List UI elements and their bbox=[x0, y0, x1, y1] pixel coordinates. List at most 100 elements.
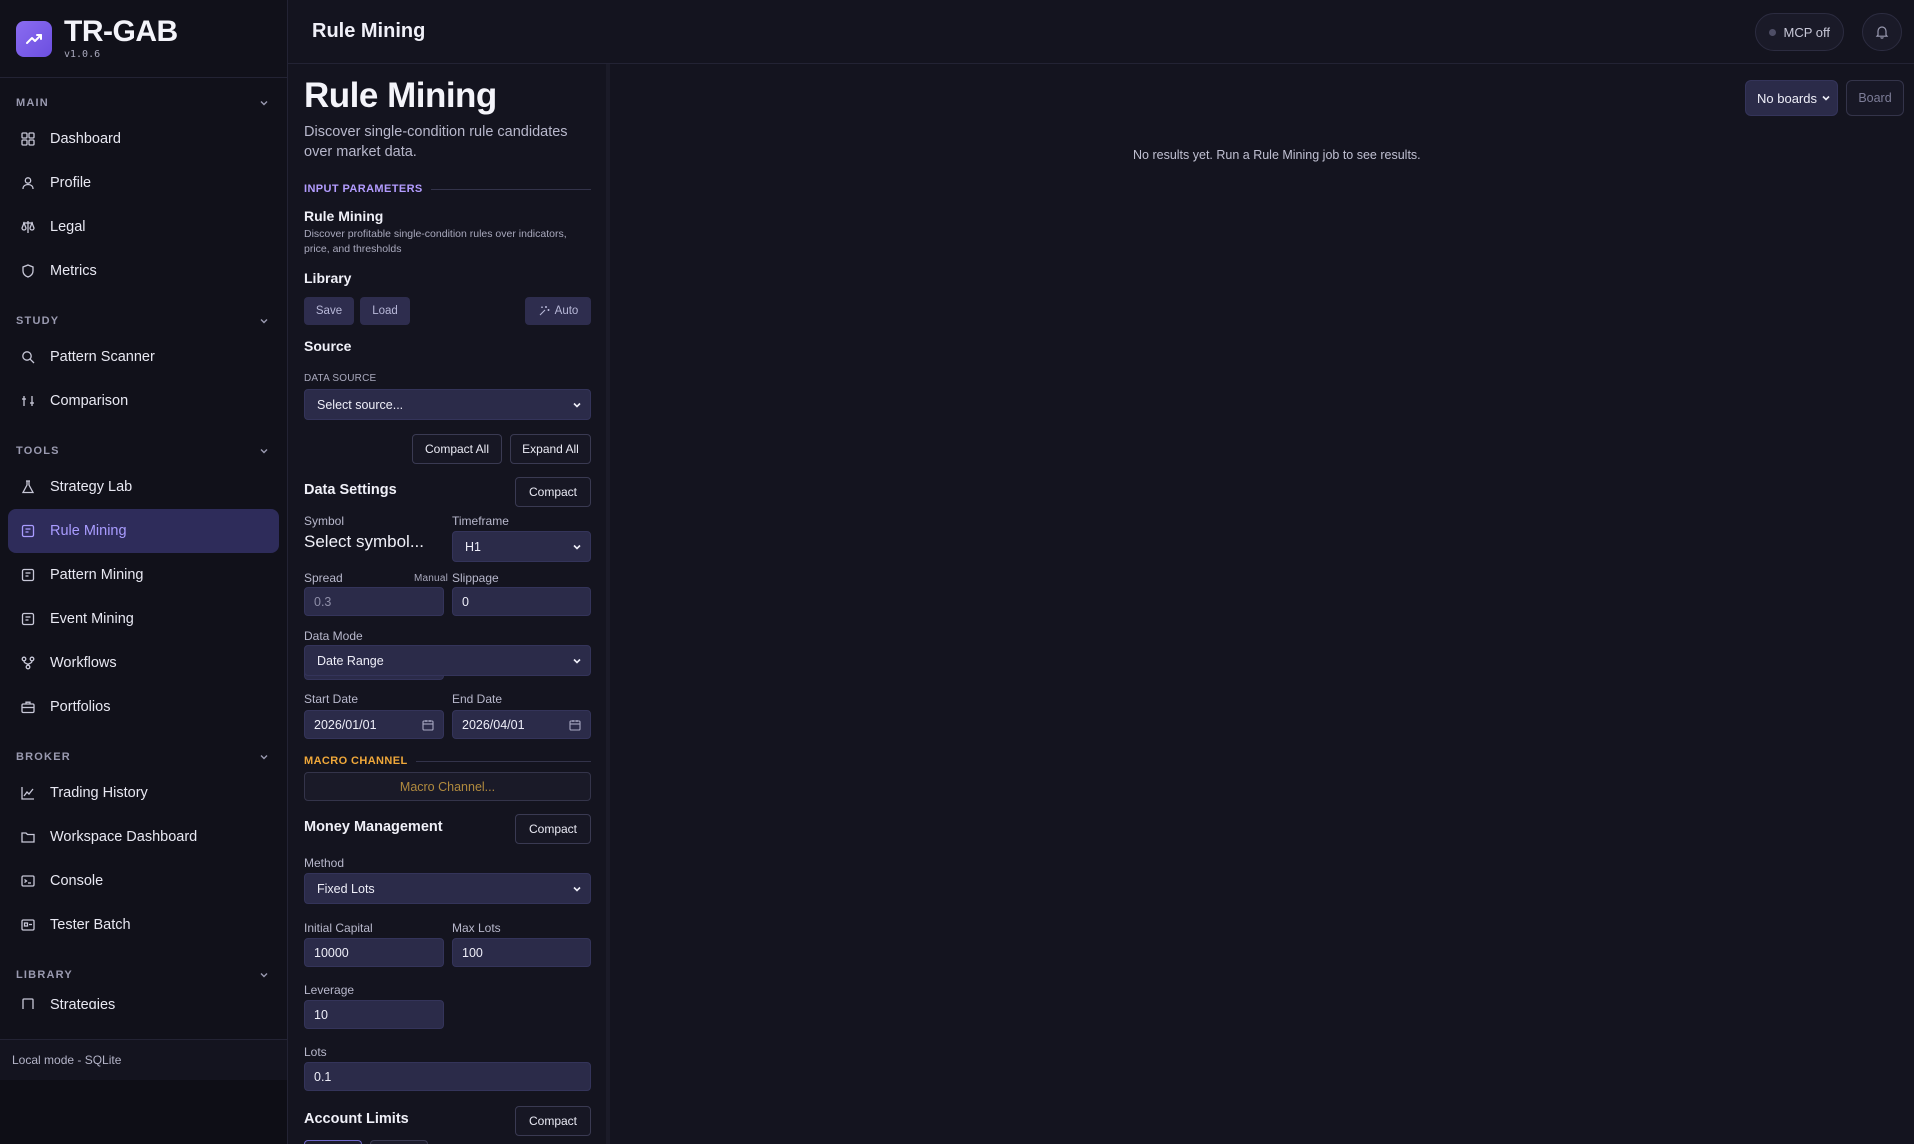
timeframe-label: Timeframe bbox=[452, 514, 509, 528]
boards-select[interactable]: No boards bbox=[1745, 80, 1838, 116]
compact-all-button[interactable]: Compact All bbox=[412, 434, 502, 464]
save-button[interactable]: Save bbox=[304, 297, 354, 325]
section-library[interactable]: LIBRARY bbox=[0, 961, 287, 989]
data-mode-label: Data Mode bbox=[304, 629, 363, 643]
data-source-select[interactable]: Select source... bbox=[304, 389, 591, 420]
money-management-title: Money Management bbox=[304, 819, 443, 835]
sparkle-icon bbox=[539, 306, 550, 316]
money-management-compact-button[interactable]: Compact bbox=[515, 814, 591, 844]
sidebar-item-event-mining[interactable]: Event Mining bbox=[8, 597, 279, 641]
select-value: Fixed Lots bbox=[317, 881, 375, 896]
leverage-label: Leverage bbox=[304, 983, 355, 997]
account-limits-tab[interactable] bbox=[370, 1140, 428, 1144]
section-broker[interactable]: BROKER bbox=[0, 743, 287, 771]
calendar-icon[interactable] bbox=[422, 719, 434, 731]
notifications-button[interactable] bbox=[1862, 13, 1902, 51]
sidebar-item-dashboard[interactable]: Dashboard bbox=[8, 117, 279, 161]
top-header: Rule Mining MCP off bbox=[288, 0, 1914, 64]
sidebar-item-workspace-dashboard[interactable]: Workspace Dashboard bbox=[8, 815, 279, 859]
board-button[interactable]: Board bbox=[1846, 80, 1904, 116]
sidebar-item-console[interactable]: Console bbox=[8, 859, 279, 903]
section-title: TOOLS bbox=[16, 445, 60, 457]
chevron-down-icon bbox=[573, 544, 581, 550]
sidebar-item-workflows[interactable]: Workflows bbox=[8, 641, 279, 685]
select-value: No boards bbox=[1757, 90, 1817, 106]
app-version: v1.0.6 bbox=[64, 49, 101, 60]
sidebar-item-profile[interactable]: Profile bbox=[8, 161, 279, 205]
sidebar-item-label: Console bbox=[50, 873, 104, 889]
header-title: Rule Mining bbox=[312, 20, 426, 42]
chevron-down-icon bbox=[260, 319, 268, 324]
workflow-icon bbox=[20, 655, 36, 671]
max-lots-input[interactable]: 100 bbox=[452, 938, 591, 967]
folder-icon bbox=[20, 829, 36, 845]
sidebar-item-pattern-scanner[interactable]: Pattern Scanner bbox=[8, 335, 279, 379]
sidebar-item-metrics[interactable]: Metrics bbox=[8, 249, 279, 293]
select-value: H1 bbox=[465, 539, 481, 554]
select-value: Date Range bbox=[317, 653, 384, 668]
symbol-picker[interactable]: Select symbol... bbox=[304, 532, 424, 552]
sidebar-item-label: Comparison bbox=[50, 393, 129, 409]
select-value: Select source... bbox=[317, 397, 404, 412]
method-select[interactable]: Fixed Lots bbox=[304, 873, 591, 904]
spread-mode-toggle[interactable]: Manual bbox=[414, 573, 448, 584]
user-icon bbox=[20, 175, 36, 191]
sidebar-item-pattern-mining[interactable]: Pattern Mining bbox=[8, 553, 279, 597]
lots-input[interactable]: 0.1 bbox=[304, 1062, 591, 1091]
auto-button[interactable]: Auto bbox=[525, 297, 591, 325]
mcp-status-button[interactable]: MCP off bbox=[1754, 13, 1844, 51]
calendar-icon[interactable] bbox=[569, 719, 581, 731]
section-title: LIBRARY bbox=[16, 969, 73, 981]
line-chart-icon bbox=[20, 785, 36, 801]
data-settings-compact-button[interactable]: Compact bbox=[515, 477, 591, 507]
brand[interactable]: TR-GAB v1.0.6 bbox=[0, 0, 287, 78]
section-tools[interactable]: TOOLS bbox=[0, 437, 287, 465]
sidebar-item-strategy-lab[interactable]: Strategy Lab bbox=[8, 465, 279, 509]
spread-input[interactable]: 0.3 bbox=[304, 587, 444, 616]
leverage-input[interactable]: 10 bbox=[304, 1000, 444, 1029]
sidebar-item-rule-mining[interactable]: Rule Mining bbox=[8, 509, 279, 553]
start-date-input[interactable]: 2026/01/01 bbox=[304, 710, 444, 739]
account-limits-compact-button[interactable]: Compact bbox=[515, 1106, 591, 1136]
end-date-input[interactable]: 2026/04/01 bbox=[452, 710, 591, 739]
timeframe-select[interactable]: H1 bbox=[452, 531, 591, 562]
sidebar-item-strategies[interactable]: Strategies bbox=[8, 989, 279, 1009]
chevron-down-icon bbox=[573, 658, 581, 664]
group-label-text: INPUT PARAMETERS bbox=[304, 183, 423, 195]
sidebar-item-tester-batch[interactable]: Tester Batch bbox=[8, 903, 279, 947]
mcp-label: MCP off bbox=[1783, 24, 1830, 40]
expand-all-button[interactable]: Expand All bbox=[510, 434, 591, 464]
macro-channel-button[interactable]: Macro Channel... bbox=[304, 772, 591, 801]
section-study[interactable]: STUDY bbox=[0, 307, 287, 335]
sidebar-item-label: Metrics bbox=[50, 263, 97, 279]
sidebar-item-legal[interactable]: Legal bbox=[8, 205, 279, 249]
section-main[interactable]: MAIN bbox=[0, 89, 287, 117]
chevron-down-icon bbox=[573, 886, 581, 892]
sidebar-item-label: Profile bbox=[50, 175, 92, 191]
sidebar-item-portfolios[interactable]: Portfolios bbox=[8, 685, 279, 729]
load-button[interactable]: Load bbox=[360, 297, 410, 325]
parameters-panel: Rule Mining Discover single-condition ru… bbox=[288, 64, 610, 1144]
chevron-down-icon bbox=[260, 755, 268, 760]
search-icon bbox=[20, 349, 36, 365]
lots-label: Lots bbox=[304, 1045, 327, 1059]
event-mining-icon bbox=[20, 611, 36, 627]
sidebar-item-trading-history[interactable]: Trading History bbox=[8, 771, 279, 815]
grid-icon bbox=[20, 131, 36, 147]
section-title: MAIN bbox=[16, 97, 49, 109]
bell-icon bbox=[1875, 26, 1889, 39]
initial-capital-input[interactable]: 10000 bbox=[304, 938, 444, 967]
account-limits-tab[interactable] bbox=[304, 1140, 362, 1144]
symbol-label: Symbol bbox=[304, 514, 345, 528]
spread-label: Spread bbox=[304, 571, 343, 585]
sidebar-item-label: Dashboard bbox=[50, 131, 121, 147]
panel-resize-handle[interactable] bbox=[606, 64, 610, 1144]
sidebar-item-comparison[interactable]: Comparison bbox=[8, 379, 279, 423]
start-date-label: Start Date bbox=[304, 692, 359, 706]
sidebar-item-label: Tester Batch bbox=[50, 917, 131, 933]
slippage-input[interactable]: 0 bbox=[452, 587, 591, 616]
input-parameters-label: INPUT PARAMETERS bbox=[304, 183, 591, 195]
storage-mode-status: Local mode - SQLite bbox=[0, 1039, 287, 1080]
data-mode-select[interactable]: Date Range bbox=[304, 645, 591, 676]
section-title: BROKER bbox=[16, 751, 71, 763]
